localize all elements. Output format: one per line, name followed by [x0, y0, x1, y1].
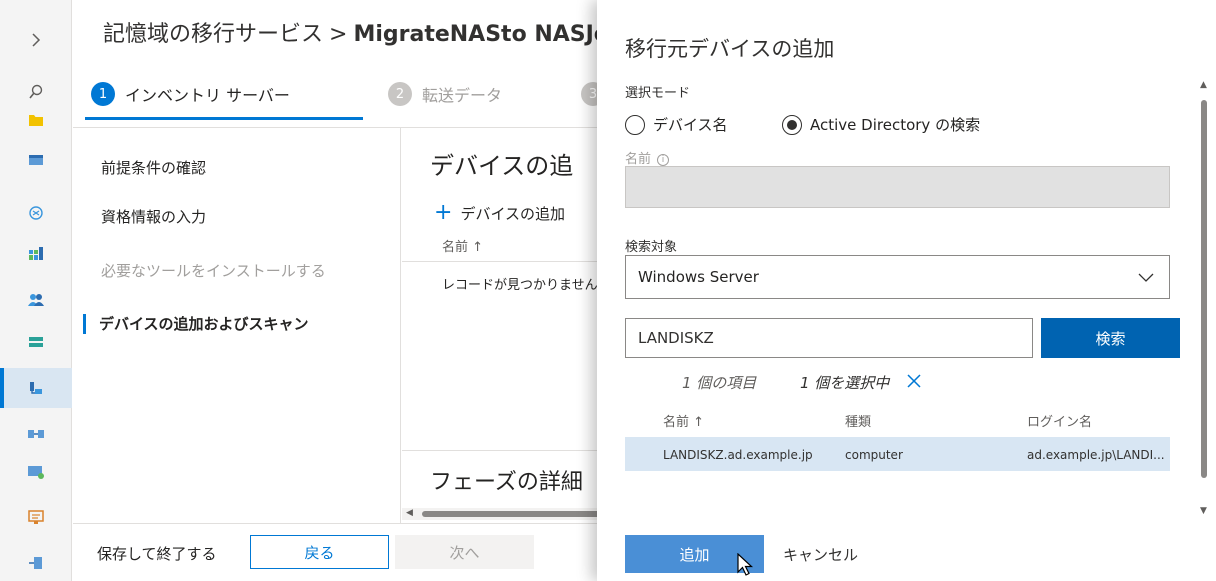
save-and-exit-link[interactable]: 保存して終了する — [97, 543, 217, 564]
results-column-type[interactable]: 種類 — [845, 411, 871, 430]
left-nav-rail — [0, 0, 72, 581]
info-icon[interactable]: i — [657, 154, 670, 166]
step-label: 転送データ — [422, 86, 503, 105]
radio-circle-selected[interactable] — [782, 114, 802, 135]
breadcrumb: 記憶域の移行サービス > MigrateNASto NASJob — [103, 16, 613, 48]
wizard-footer: 保存して終了する 戻る 次へ — [73, 523, 613, 581]
search-target-label: 検索対象 — [625, 240, 678, 255]
cancel-button[interactable]: キャンセル — [783, 535, 858, 573]
name-field-disabled — [625, 166, 1170, 208]
breadcrumb-service[interactable]: 記憶域の移行サービス — [103, 22, 323, 47]
results-column-name[interactable]: 名前 ↑ — [663, 411, 704, 430]
result-login: ad.example.jp\LANDI... — [1027, 448, 1165, 462]
subnav-item-prerequisites[interactable]: 前提条件の確認 — [101, 157, 206, 178]
scroll-left-icon[interactable]: ◀ — [406, 508, 413, 518]
panel-title: 移行元デバイスの追加 — [625, 37, 835, 61]
subnav-item-credentials[interactable]: 資格情報の入力 — [101, 206, 206, 227]
subnav-item-install-tools[interactable]: 必要なツールをインストールする — [101, 260, 326, 281]
network-icon[interactable] — [0, 543, 72, 581]
step-number: 1 — [91, 82, 115, 106]
radio-device-name[interactable]: デバイス名 — [625, 114, 728, 135]
no-records-message: レコードが見つかりません — [442, 278, 598, 293]
item-count: 1 個の項目 — [682, 374, 757, 392]
cluster-icon[interactable] — [0, 414, 72, 454]
result-type: computer — [845, 448, 903, 462]
name-label-text: 名前 — [625, 152, 652, 167]
radio-ad-search[interactable]: Active Directory の検索 — [782, 114, 980, 135]
results-column-login[interactable]: ログイン名 — [1027, 411, 1092, 430]
subnav-item-add-scan-devices[interactable]: デバイスの追加およびスキャン — [99, 313, 309, 334]
globe-icon[interactable] — [0, 193, 72, 233]
main-panel: 記憶域の移行サービス > MigrateNASto NASJob 1 インベントリ … — [73, 0, 613, 581]
panel-vertical-scrollbar[interactable]: ▲ ▼ — [1197, 80, 1211, 516]
step-number: 2 — [388, 82, 412, 106]
scrollbar-thumb[interactable] — [1201, 100, 1207, 478]
folder-icon[interactable] — [0, 100, 72, 140]
wizard-step-1[interactable]: 1 インベントリ サーバー — [91, 82, 290, 106]
clear-selection-icon[interactable] — [905, 372, 923, 390]
server-icon[interactable] — [0, 140, 72, 180]
storage-icon[interactable] — [0, 322, 72, 362]
scroll-up-icon[interactable]: ▲ — [1200, 80, 1207, 90]
next-button[interactable]: 次へ — [395, 535, 534, 569]
apps-grid-icon[interactable] — [0, 234, 72, 274]
phase-details-heading: フェーズの詳細 — [430, 470, 583, 495]
devices-column-name[interactable]: 名前 ↑ — [442, 236, 483, 255]
search-target-value: Windows Server — [638, 268, 759, 286]
selection-mode-label: 選択モード — [625, 86, 691, 101]
search-input[interactable] — [625, 318, 1033, 358]
wizard-step-2[interactable]: 2 転送データ — [388, 82, 502, 106]
divider — [402, 261, 613, 262]
add-device-label: デバイスの追加 — [460, 204, 565, 223]
add-source-device-panel: 移行元デバイスの追加 選択モード デバイス名 Active Directory … — [597, 0, 1216, 581]
mouse-cursor-icon — [737, 553, 754, 576]
current-subnav-indicator — [83, 314, 86, 334]
app-root: 記憶域の移行サービス > MigrateNASto NASJob 1 インベントリ … — [0, 0, 1216, 581]
search-button[interactable]: 検索 — [1041, 318, 1180, 358]
search-target-select[interactable]: Windows Server — [625, 255, 1170, 299]
content-heading: デバイスの追 — [430, 152, 574, 180]
events-icon[interactable] — [0, 497, 72, 537]
name-label: 名前 i — [625, 148, 670, 167]
result-name: LANDISKZ.ad.example.jp — [663, 448, 813, 462]
plus-icon: + — [434, 200, 453, 225]
migration-icon[interactable] — [0, 368, 72, 408]
expand-chevron-icon[interactable] — [0, 20, 72, 60]
users-icon[interactable] — [0, 280, 72, 320]
radio-label: Active Directory の検索 — [810, 116, 981, 134]
divider — [402, 450, 613, 451]
step-label: インベントリ サーバー — [125, 86, 290, 105]
back-button[interactable]: 戻る — [250, 535, 389, 569]
breadcrumb-job: MigrateNASto NASJob — [353, 22, 613, 47]
vm-icon[interactable] — [0, 452, 72, 492]
add-device-button[interactable]: + デバイスの追加 — [434, 202, 565, 224]
wizard-steps: 1 インベントリ サーバー 2 転送データ 3 — [73, 72, 613, 128]
chevron-down-icon — [1138, 273, 1154, 282]
content-area: デバイスの追 + デバイスの追加 名前 ↑ レコードが見つかりません フェーズの… — [402, 128, 613, 523]
wizard-subnav: 前提条件の確認 資格情報の入力 必要なツールをインストールする デバイスの追加お… — [73, 128, 401, 523]
active-step-indicator — [85, 117, 363, 120]
radio-label: デバイス名 — [653, 116, 728, 134]
radio-circle[interactable] — [625, 114, 645, 135]
selected-count: 1 個を選択中 — [800, 374, 890, 392]
breadcrumb-separator: > — [329, 22, 348, 47]
scroll-down-icon[interactable]: ▼ — [1200, 506, 1207, 516]
horizontal-scrollbar[interactable]: ◀ — [402, 508, 613, 520]
scrollbar-thumb[interactable] — [422, 511, 602, 517]
